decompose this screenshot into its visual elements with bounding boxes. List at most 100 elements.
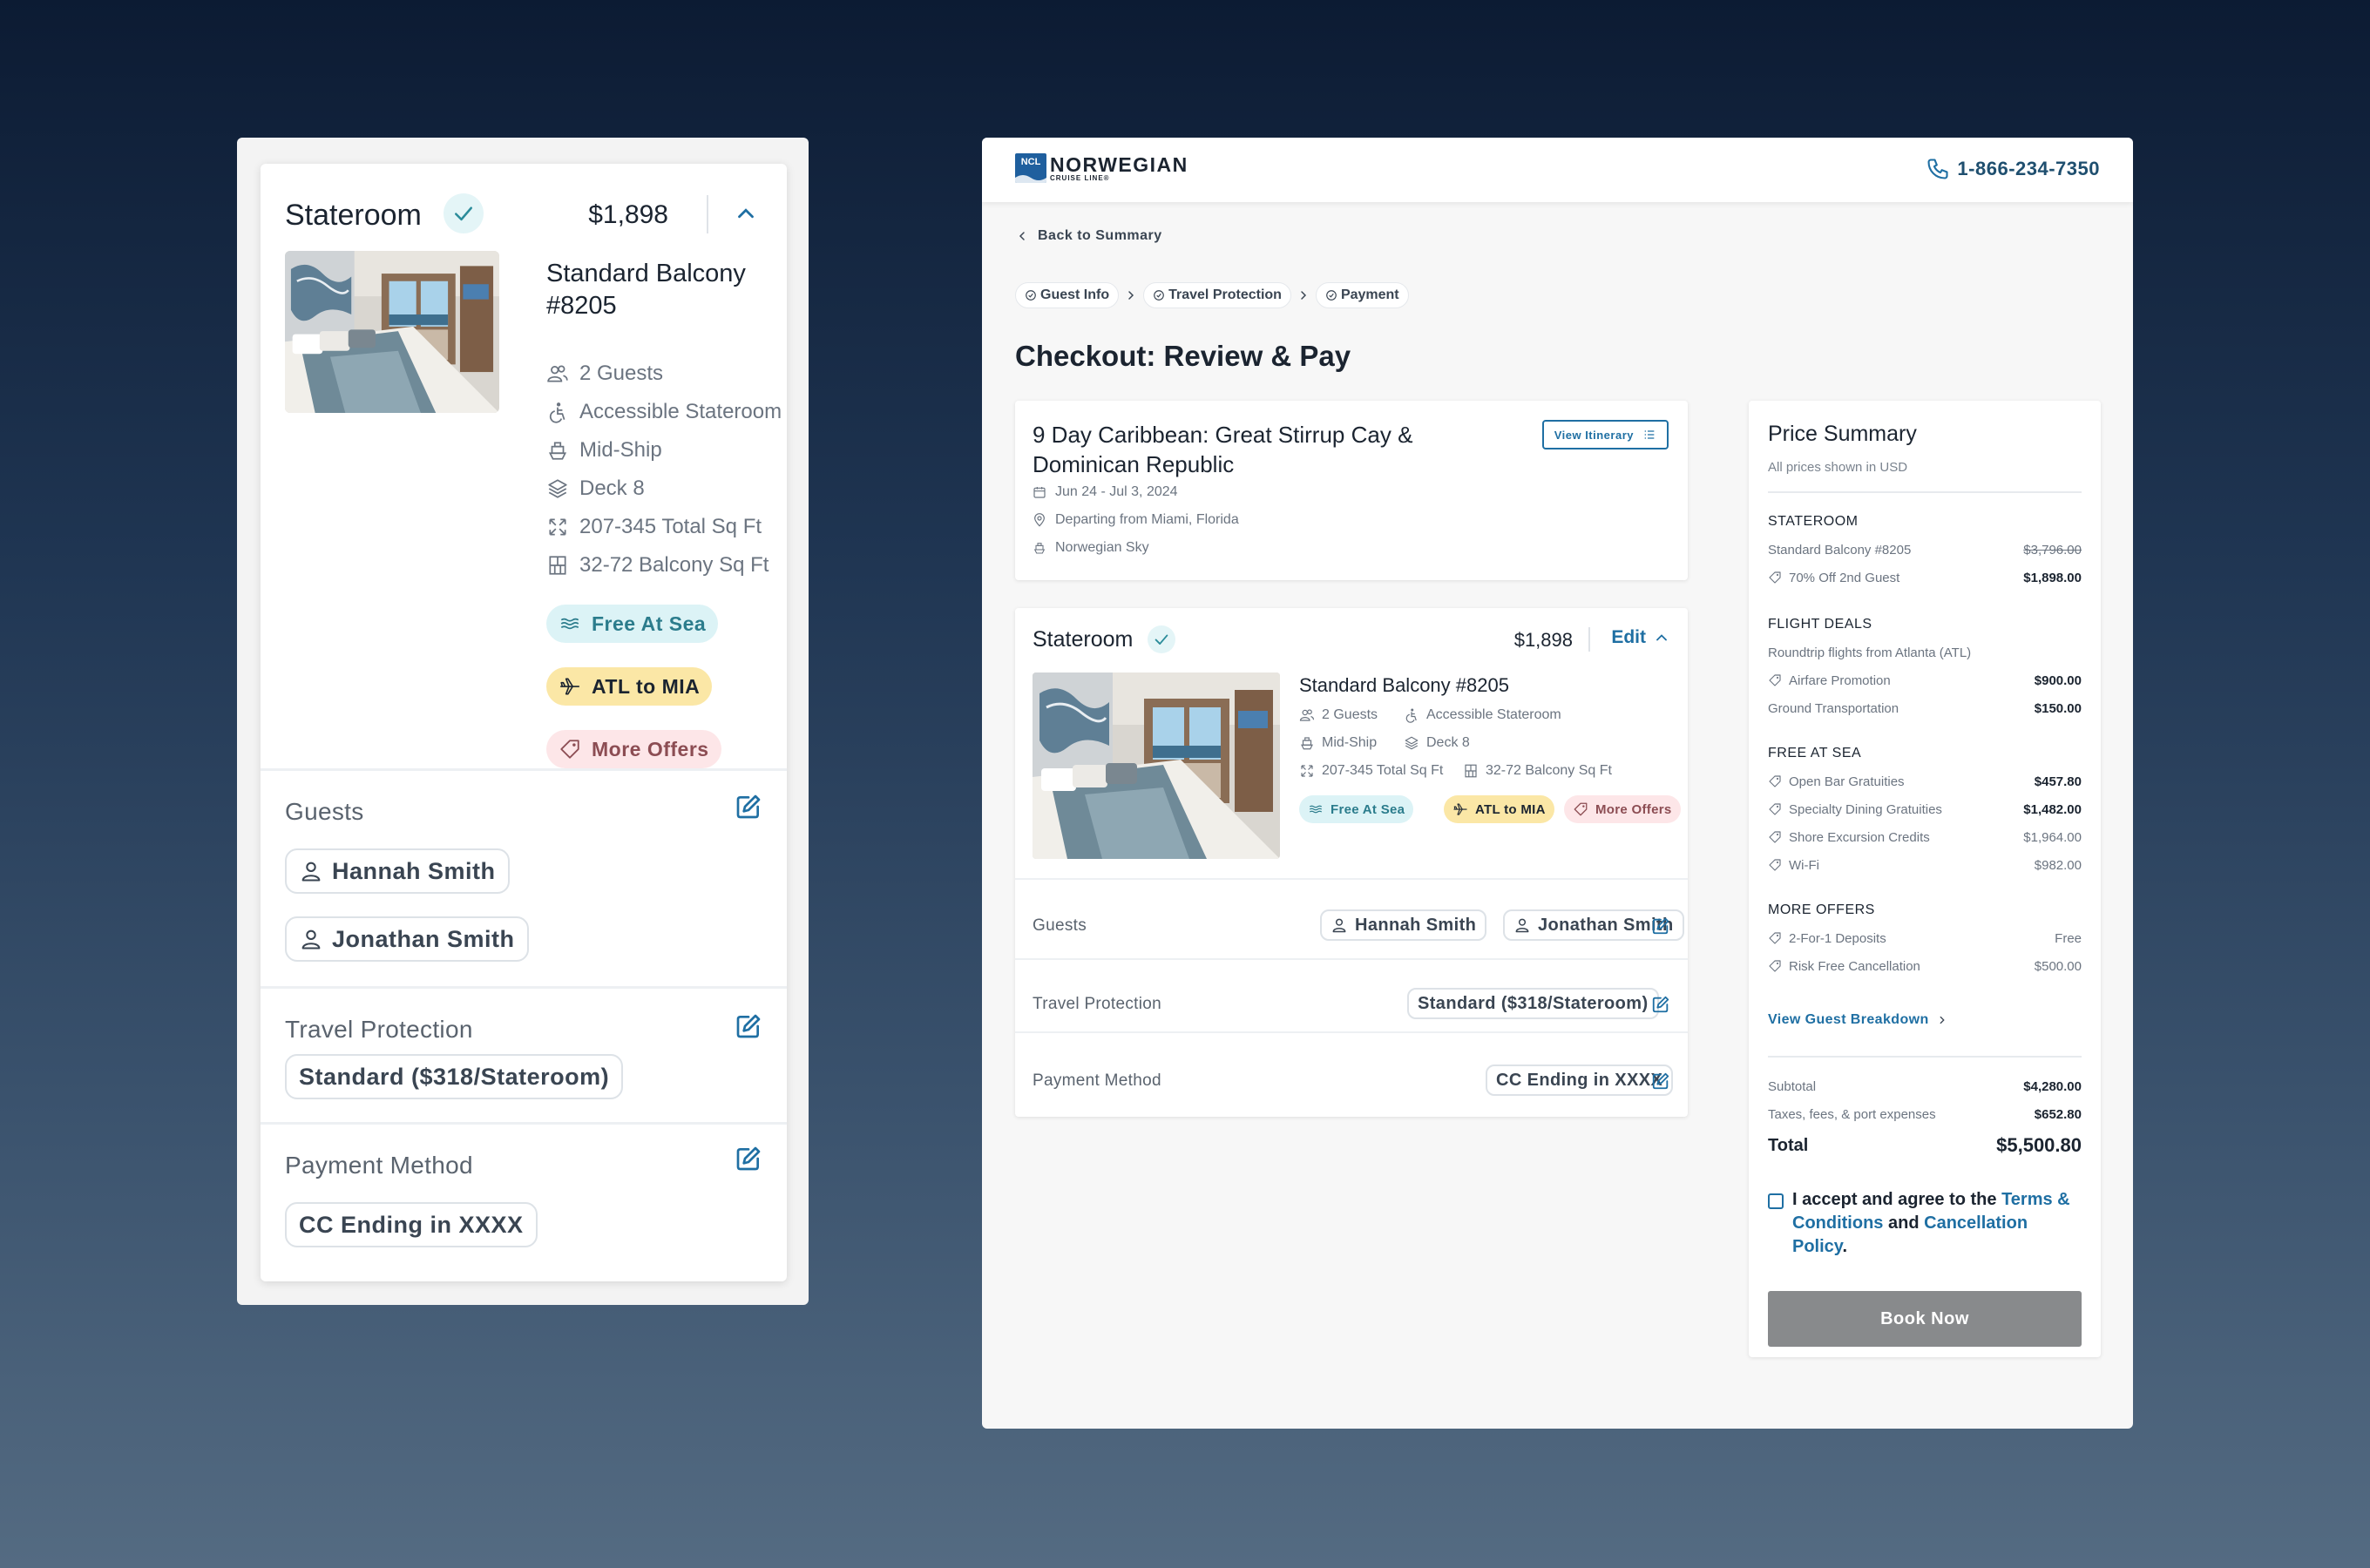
chevron-right-icon [1124,288,1138,302]
brand-name: NORWEGIAN [1050,152,1188,176]
stateroom-heading: STATEROOM [1768,514,1859,529]
free-at-sea-pill[interactable]: Free At Sea [1299,795,1414,823]
view-itinerary-button[interactable]: View Itinerary [1541,420,1669,449]
chevron-up-icon [1653,629,1670,646]
view-guest-breakdown-link[interactable]: View Guest Breakdown [1768,1012,1948,1028]
edit-guests-icon[interactable] [1651,916,1670,936]
free-at-sea-pill[interactable]: Free At Sea [546,605,719,643]
tag-icon [559,738,581,760]
breadcrumb-payment[interactable]: Payment [1315,282,1409,308]
ship-icon [546,439,569,462]
stateroom-photo [285,251,499,413]
divider [261,986,787,989]
taxes-line: Taxes, fees, & port expenses $652.80 [1768,1106,2082,1122]
flight-pill[interactable]: ATL to MIA [1444,795,1554,823]
mobile-checkout-panel: Stateroom $1,898 Standard Balcony #8205 … [237,138,809,1305]
price-line: Ground Transportation $150.00 [1768,700,2082,716]
circle-check-icon [1025,289,1037,301]
flight-deals-heading: FLIGHT DEALS [1768,617,1872,632]
tag-icon [1768,959,1782,973]
price-line: Airfare Promotion $900.00 [1768,671,2082,690]
feature-guests: 2 Guests [546,359,663,389]
stateroom-price: $1,898 [588,200,668,229]
payment-method-label: Payment Method [1033,1071,1161,1090]
more-offers-heading: MORE OFFERS [1768,902,1875,917]
room-title: Standard Balcony #8205 [546,260,746,320]
location-pin-icon [1033,513,1046,527]
divider [1768,491,2082,493]
edit-travel-protection-icon[interactable] [1651,995,1670,1014]
price-line: Risk Free Cancellation $500.00 [1768,956,2082,976]
travel-protection-chip: Standard ($318/Stateroom) [1407,988,1659,1019]
trip-dates: Jun 24 - Jul 3, 2024 [1033,484,1178,500]
price-summary-card: Price Summary All prices shown in USD ST… [1749,401,2101,1357]
deck-icon [546,477,569,500]
ship-icon [1033,541,1046,555]
list-icon [1642,428,1656,442]
breadcrumb-travel-protection[interactable]: Travel Protection [1143,282,1291,308]
price-line: Wi-Fi $982.00 [1768,855,2082,875]
flight-pill[interactable]: ATL to MIA [546,667,713,706]
trip-title: 9 Day Caribbean: Great Stirrup Cay & Dom… [1033,422,1413,477]
guest-chip: Hannah Smith [285,848,510,894]
chevron-right-icon [1936,1014,1948,1026]
trip-card: 9 Day Caribbean: Great Stirrup Cay & Dom… [1015,401,1688,580]
wave-icon [1015,175,1046,183]
deck-icon [1404,735,1419,751]
ncl-logo[interactable]: NCL NORWEGIAN CRUISE LINE® [1015,153,1188,183]
chevron-left-icon [1015,229,1029,243]
stateroom-title: Stateroom [1033,627,1134,652]
price-summary-subtitle: All prices shown in USD [1768,460,1908,475]
price-line: Shore Excursion Credits $1,964.00 [1768,828,2082,847]
payment-method-chip: CC Ending in XXXX [285,1202,538,1247]
edit-stateroom-button[interactable]: Edit [1611,627,1670,648]
circle-check-icon [1325,289,1337,301]
feature-deck: Deck 8 [1404,735,1470,751]
stateroom-card: Stateroom $1,898 Edit Standard Balcony #… [1015,608,1688,1117]
price-summary-title: Price Summary [1768,422,1917,446]
guest-chip: Hannah Smith [1320,909,1487,941]
feature-accessible: Accessible Stateroom [1404,707,1561,723]
back-to-summary-link[interactable]: Back to Summary [1015,228,1162,244]
feature-location: Mid-Ship [546,436,662,465]
guest-chip: Jonathan Smith [285,916,529,962]
divider [1015,878,1688,880]
book-now-button[interactable]: Book Now [1768,1291,2082,1347]
divider [261,1122,787,1125]
accessible-icon [1404,707,1419,723]
divider [1015,1031,1688,1033]
site-header: NCL NORWEGIAN CRUISE LINE® 1-866-234-735… [982,138,2133,202]
edit-payment-icon[interactable] [735,1145,762,1173]
payment-method-chip: CC Ending in XXXX [1486,1064,1674,1096]
check-icon [1148,625,1175,653]
edit-travel-protection-icon[interactable] [735,1012,762,1040]
guests-label: Guests [1033,916,1087,935]
price-line: 70% Off 2nd Guest $1,898.00 [1768,568,2082,587]
feature-accessible: Accessible Stateroom [546,397,782,427]
circle-check-icon [1153,289,1165,301]
plane-icon [1452,801,1468,817]
tag-icon [1768,830,1782,844]
edit-payment-icon[interactable] [1651,1071,1670,1091]
terms-checkbox[interactable] [1768,1193,1784,1209]
more-offers-pill[interactable]: More Offers [1564,795,1681,823]
divider [1768,1056,2082,1058]
feature-deck: Deck 8 [546,474,645,504]
chevron-up-icon[interactable] [733,200,759,226]
mobile-stateroom-card: Stateroom $1,898 Standard Balcony #8205 … [261,164,787,1281]
calendar-icon [1033,485,1046,499]
phone-link[interactable]: 1-866-234-7350 [1926,157,2100,181]
guests-icon [546,362,569,385]
stateroom-photo [1033,672,1280,859]
user-icon [1331,916,1348,934]
breadcrumb-guest-info[interactable]: Guest Info [1015,282,1120,308]
divider [707,195,708,233]
edit-guests-icon[interactable] [735,793,762,821]
desktop-checkout-page: NCL NORWEGIAN CRUISE LINE® 1-866-234-735… [982,138,2133,1429]
price-line: Standard Balcony #8205 $3,796.00 [1768,542,2082,558]
stateroom-header[interactable]: Stateroom $1,898 [285,190,762,242]
phone-icon [1926,157,1950,181]
tag-icon [1573,801,1588,817]
room-name: Standard Balcony #8205 [1299,674,1509,696]
more-offers-pill[interactable]: More Offers [546,730,721,768]
